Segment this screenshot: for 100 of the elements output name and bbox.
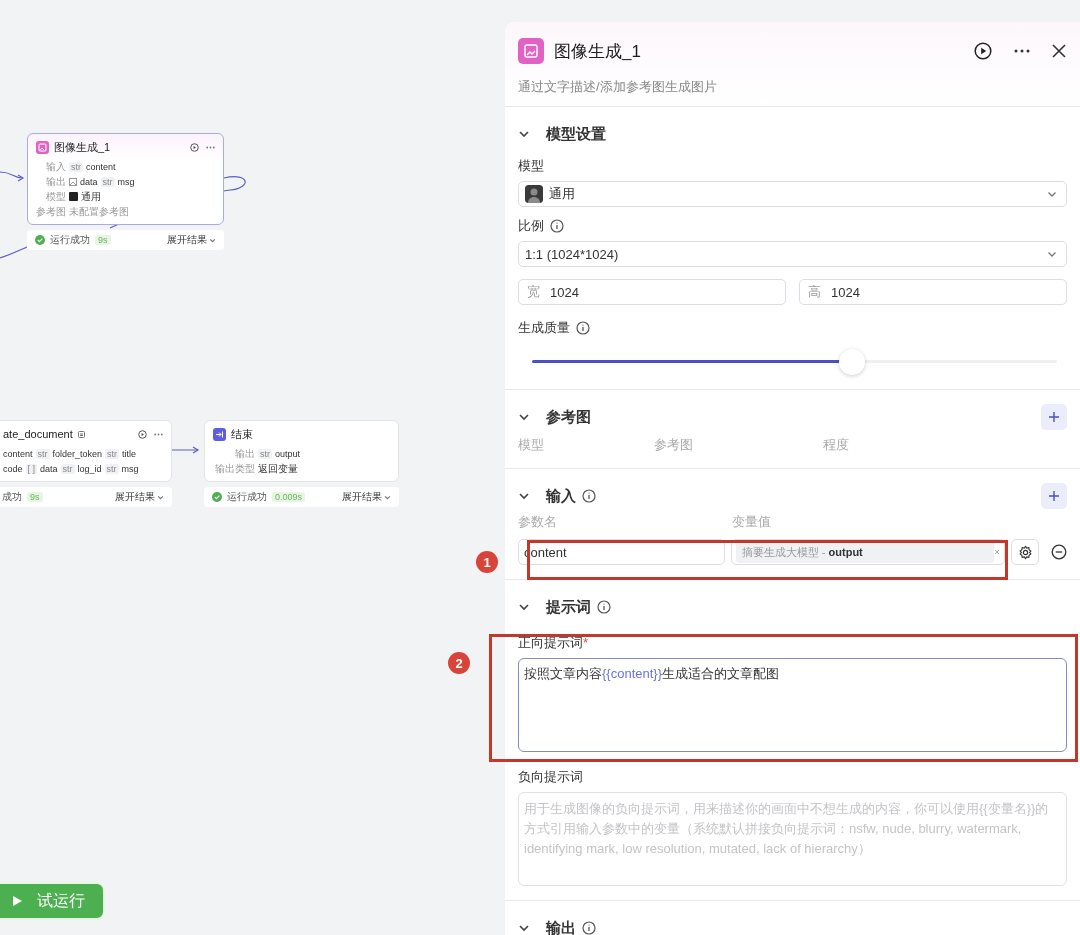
document-icon <box>77 430 85 438</box>
node-title: ate_document <box>3 428 73 440</box>
image-icon <box>69 177 77 186</box>
image-icon <box>36 140 49 154</box>
field-label: 输出类型 <box>214 461 255 476</box>
column-header: 模型 <box>518 436 545 454</box>
variable-select[interactable]: 摘要生成大模型 - output <box>730 539 1006 565</box>
column-header: 参数名 <box>518 513 558 531</box>
chevron-icon[interactable] <box>518 490 530 502</box>
node-title: 结束 <box>231 426 253 442</box>
variable-name: output <box>275 448 301 459</box>
annotation-number: 2 <box>448 652 470 674</box>
info-icon <box>576 321 590 335</box>
type-tag: str <box>258 448 272 459</box>
settings-button[interactable] <box>1011 539 1039 565</box>
field-label: 负向提示词 <box>518 768 583 786</box>
field-label: 生成质量 <box>518 319 570 337</box>
field-label: 正向提示词* <box>518 634 589 652</box>
time-badge: 9s <box>27 492 43 502</box>
type-tag: str <box>104 463 119 474</box>
type-tag: str <box>60 463 75 474</box>
variable-name: data <box>40 463 58 474</box>
ratio-select[interactable]: 1:1 (1024*1024) <box>518 241 1067 267</box>
column-header: 参考图 <box>654 436 694 454</box>
time-badge: 0.009s <box>272 492 306 502</box>
type-tag: str <box>105 448 120 459</box>
run-icon[interactable] <box>974 42 992 60</box>
section-title: 输出 <box>546 918 576 935</box>
field-label: 输出 <box>45 174 66 189</box>
time-badge: 9s <box>95 235 111 245</box>
info-icon <box>550 219 564 233</box>
expand-link[interactable]: 展开结果 <box>342 490 391 504</box>
field-label: 参考图 <box>36 204 66 219</box>
add-button[interactable] <box>1041 404 1067 430</box>
status-text: 成功 <box>2 490 22 504</box>
section-title: 参考图 <box>546 407 591 427</box>
status-text: 运行成功 <box>50 233 90 247</box>
field-value: 返回变量 <box>258 461 298 476</box>
chevron-icon[interactable] <box>518 601 530 613</box>
more-icon[interactable] <box>1014 49 1030 53</box>
close-icon[interactable] <box>1052 44 1066 58</box>
image-icon <box>518 38 544 64</box>
type-tag: [ ] <box>25 463 38 474</box>
info-icon <box>582 921 596 935</box>
section-title: 输入 <box>546 486 576 506</box>
info-icon <box>582 489 596 503</box>
variable-name: content <box>86 161 116 172</box>
workflow-node[interactable]: 结束 输出 str output 输出类型 返回变量 <box>204 420 399 482</box>
field-value: 未配置参考图 <box>69 204 129 219</box>
panel-description: 通过文字描述/添加参考图生成图片 <box>518 78 718 96</box>
minus-icon <box>1051 544 1067 560</box>
check-icon <box>212 492 222 502</box>
field-label: 比例 <box>518 217 544 235</box>
type-tag: str <box>69 161 83 172</box>
panel-title: 图像生成_1 <box>554 40 641 63</box>
variable-name: msg <box>121 463 139 474</box>
variable-name: title <box>122 448 137 459</box>
expand-link[interactable]: 展开结果 <box>167 233 216 247</box>
width-field[interactable]: 宽 1024 <box>518 279 786 305</box>
node-title: 图像生成_1 <box>54 139 111 155</box>
caret-icon <box>157 493 164 501</box>
model-thumbnail-icon <box>69 192 78 201</box>
avatar-icon <box>525 185 543 203</box>
chevron-icon[interactable] <box>518 411 530 423</box>
variable-name: folder_token <box>52 448 103 459</box>
plus-icon <box>1048 411 1060 423</box>
chevron-icon[interactable] <box>518 128 530 140</box>
model-select[interactable]: 通用 <box>518 181 1067 207</box>
field-label: 输出 <box>234 446 255 461</box>
exit-icon <box>213 427 226 441</box>
check-icon <box>35 235 45 245</box>
info-icon <box>597 600 611 614</box>
variable-name: content <box>3 448 33 459</box>
type-tag: str <box>100 176 115 187</box>
section-title: 模型设置 <box>546 124 606 144</box>
column-header: 变量值 <box>732 513 772 531</box>
prompt-field[interactable]: 按照文章内容{{content}}生成适合的文章配图 <box>518 658 1067 752</box>
variable-name: msg <box>117 176 135 187</box>
column-header: 程度 <box>823 436 850 454</box>
add-button[interactable] <box>1041 483 1067 509</box>
height-field[interactable]: 高 1024 <box>799 279 1067 305</box>
annotation-number: 1 <box>476 551 498 573</box>
slider-thumb[interactable] <box>839 349 866 375</box>
status-text: 运行成功 <box>227 490 267 504</box>
field-label: 输入 <box>45 159 66 174</box>
variable-name: log_id <box>77 463 102 474</box>
expand-link[interactable]: 展开结果 <box>115 490 164 504</box>
caret-icon <box>384 493 391 501</box>
connector-line <box>0 171 25 182</box>
field-label: 模型 <box>45 189 66 204</box>
variable-name: data <box>80 176 98 187</box>
plus-icon <box>1048 490 1060 502</box>
type-tag: str <box>35 448 50 459</box>
variable-name: code <box>3 463 23 474</box>
section-title: 提示词 <box>546 597 591 617</box>
model-name: 通用 <box>81 189 101 204</box>
caret-icon <box>209 236 216 244</box>
quality-slider[interactable] <box>532 349 1057 375</box>
play-icon <box>12 895 23 907</box>
chevron-icon[interactable] <box>518 922 530 934</box>
